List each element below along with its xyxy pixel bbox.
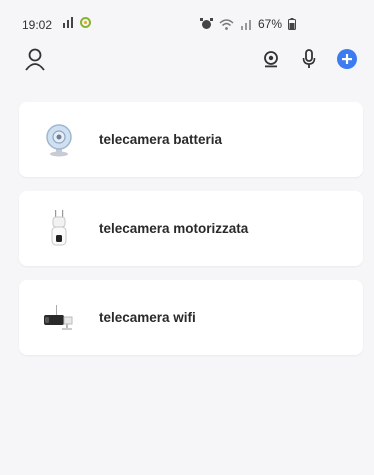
top-actions — [260, 48, 358, 70]
status-right-icons: 67% — [200, 17, 297, 31]
camera-scan-button[interactable] — [260, 48, 282, 70]
status-time: 19:02 — [22, 18, 53, 32]
device-card[interactable]: telecamera wifi — [19, 280, 363, 355]
user-icon[interactable] — [24, 48, 46, 72]
battery-icon — [288, 18, 297, 30]
microphone-icon — [302, 49, 316, 68]
device-card[interactable]: telecamera motorizzata — [19, 191, 363, 266]
battery-percent: 67% — [258, 17, 283, 31]
wifi-icon — [219, 18, 234, 30]
top-toolbar — [0, 48, 374, 74]
device-name: telecamera batteria — [99, 132, 223, 147]
device-name: telecamera wifi — [99, 310, 196, 325]
ptz-camera-icon — [35, 205, 83, 253]
android-app-icon — [80, 17, 91, 28]
device-name: telecamera motorizzata — [99, 221, 249, 236]
status-left-icons — [62, 17, 91, 28]
bullet-camera-icon — [35, 294, 83, 342]
cell-signal-icon — [241, 19, 251, 30]
microphone-button[interactable] — [298, 48, 320, 70]
add-icon — [337, 49, 357, 69]
signal-bars-icon — [63, 17, 73, 28]
device-card[interactable]: telecamera batteria — [19, 102, 363, 177]
add-device-button[interactable] — [336, 48, 358, 70]
status-bar: 19:02 67% — [0, 0, 374, 40]
alarm-icon — [200, 18, 213, 29]
device-list: telecamera batteria telecamera motorizza… — [19, 102, 363, 369]
camera-scan-icon — [264, 51, 278, 68]
round-camera-icon — [35, 116, 83, 164]
